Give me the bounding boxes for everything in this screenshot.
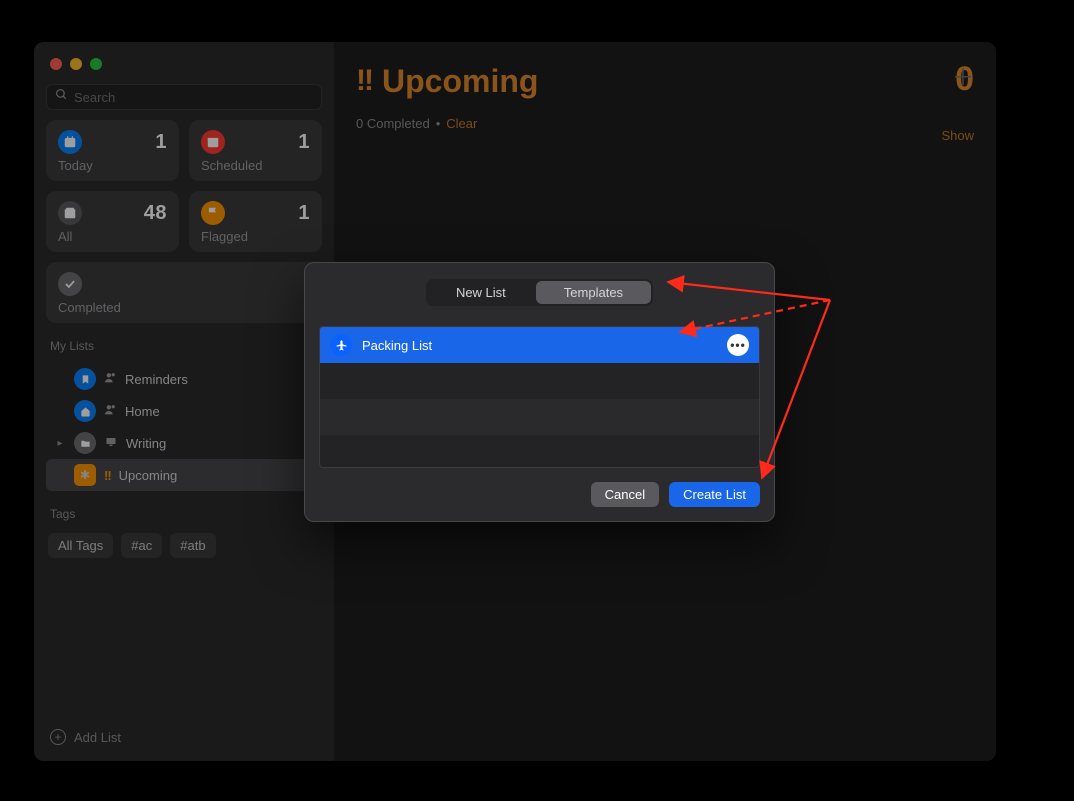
template-row-empty-3: [320, 435, 759, 468]
tab-templates[interactable]: Templates: [536, 281, 651, 304]
template-list: Packing List •••: [319, 326, 760, 468]
template-row-empty-1: [320, 363, 759, 399]
new-list-dialog: New List Templates Packing List ••• Canc…: [304, 262, 775, 522]
cancel-button[interactable]: Cancel: [591, 482, 659, 507]
dialog-tabs: New List Templates: [426, 279, 653, 306]
tab-new-list[interactable]: New List: [428, 281, 534, 304]
airplane-icon: [330, 334, 352, 356]
dialog-footer: Cancel Create List: [319, 482, 760, 507]
template-label: Packing List: [362, 338, 432, 353]
ellipsis-icon[interactable]: •••: [727, 334, 749, 356]
app-window: 1 Today 1 Scheduled 48: [34, 42, 996, 761]
create-list-button[interactable]: Create List: [669, 482, 760, 507]
template-row-packing-list[interactable]: Packing List •••: [320, 327, 759, 363]
template-row-empty-2: [320, 399, 759, 435]
